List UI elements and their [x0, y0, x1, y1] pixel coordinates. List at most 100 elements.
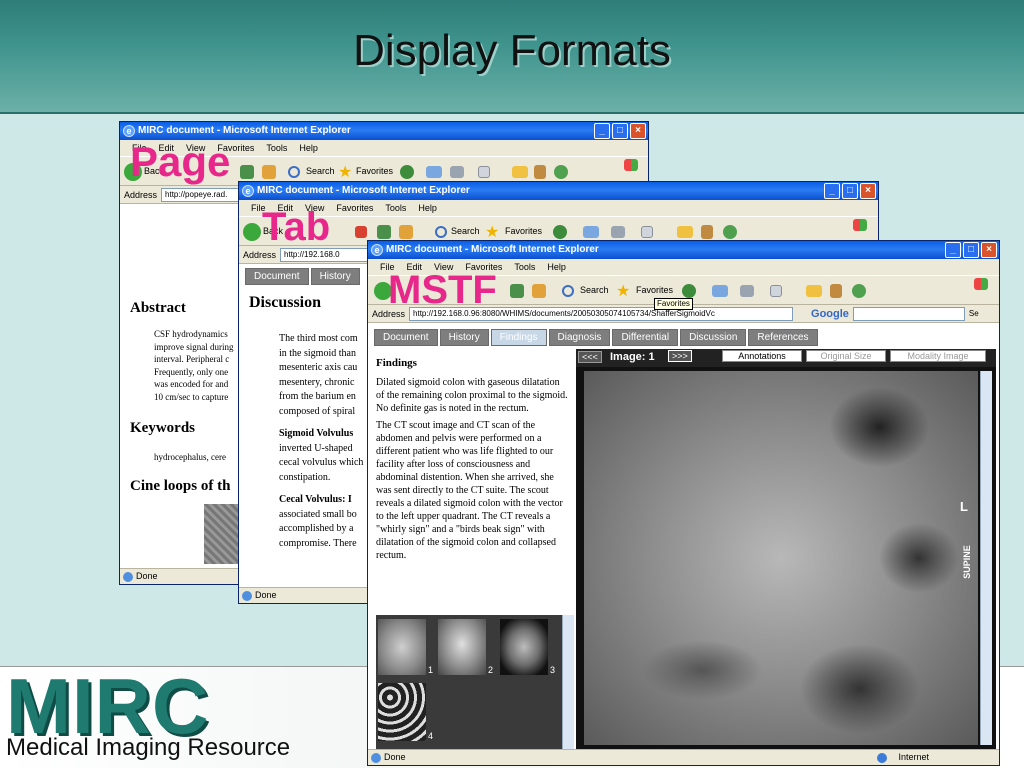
- menu-favorites[interactable]: Favorites: [336, 200, 373, 216]
- google-search-input[interactable]: [852, 306, 965, 321]
- messenger-icon[interactable]: [852, 284, 866, 298]
- text-line: mesentery, chronic: [279, 376, 355, 388]
- close-button[interactable]: ×: [860, 183, 876, 199]
- keywords-heading: Keywords: [130, 420, 195, 436]
- messenger-icon[interactable]: [723, 225, 737, 239]
- cine-loop-thumbnail[interactable]: [204, 504, 240, 564]
- mail-icon[interactable]: [712, 285, 728, 297]
- menu-tools[interactable]: Tools: [266, 140, 287, 156]
- favorites-label[interactable]: Favorites: [636, 285, 673, 295]
- stop-icon[interactable]: [355, 226, 367, 238]
- folder-icon[interactable]: [512, 166, 528, 178]
- back-icon[interactable]: [243, 223, 261, 241]
- window-titlebar[interactable]: e MIRC document - Microsoft Internet Exp…: [368, 241, 999, 259]
- favorites-tooltip: Favorites: [654, 298, 693, 310]
- search-label[interactable]: Search: [306, 166, 335, 176]
- refresh-icon[interactable]: [510, 284, 524, 298]
- window-titlebar[interactable]: e MIRC document - Microsoft Internet Exp…: [239, 182, 878, 200]
- close-button[interactable]: ×: [630, 123, 646, 139]
- messenger-icon[interactable]: [554, 165, 568, 179]
- tab-history[interactable]: History: [439, 329, 489, 346]
- thumbnail-panel: 1 2 3 4: [376, 615, 574, 749]
- history-icon[interactable]: [682, 284, 696, 298]
- tab-differential[interactable]: Differential: [612, 329, 679, 346]
- mail-icon[interactable]: [583, 226, 599, 238]
- edit-icon[interactable]: [641, 226, 653, 238]
- thumbnail[interactable]: [378, 619, 426, 675]
- thumbnail-scrollbar[interactable]: [562, 615, 574, 749]
- refresh-icon[interactable]: [240, 165, 254, 179]
- discussion-text: The third most com in the sigmoid than m…: [279, 332, 363, 551]
- edit-icon[interactable]: [770, 285, 782, 297]
- home-icon[interactable]: [399, 225, 413, 239]
- mail-icon[interactable]: [426, 166, 442, 178]
- tab-label: Tab: [262, 205, 331, 249]
- search-label[interactable]: Search: [451, 226, 480, 236]
- minimize-button[interactable]: _: [945, 242, 961, 258]
- history-icon[interactable]: [553, 225, 567, 239]
- research-icon[interactable]: [701, 225, 713, 239]
- tab-discussion[interactable]: Discussion: [680, 329, 747, 346]
- folder-icon[interactable]: [677, 226, 693, 238]
- prev-image-button[interactable]: <<<: [578, 351, 602, 363]
- annotations-button[interactable]: Annotations: [722, 350, 802, 362]
- research-icon[interactable]: [534, 165, 546, 179]
- close-button[interactable]: ×: [981, 242, 997, 258]
- text-line: compromise. There: [279, 537, 357, 549]
- tab-references[interactable]: References: [748, 329, 818, 346]
- sigmoid-heading: Sigmoid Volvulus: [279, 428, 354, 439]
- favorites-label[interactable]: Favorites: [356, 166, 393, 176]
- home-icon[interactable]: [532, 284, 546, 298]
- research-icon[interactable]: [830, 284, 842, 298]
- home-icon[interactable]: [262, 165, 276, 179]
- thumbnail[interactable]: [378, 683, 426, 741]
- menu-help[interactable]: Help: [299, 140, 318, 156]
- maximize-button[interactable]: □: [842, 183, 858, 199]
- folder-icon[interactable]: [806, 285, 822, 297]
- maximize-button[interactable]: □: [963, 242, 979, 258]
- findings-paragraph: Dilated sigmoid colon with gaseous dilat…: [376, 377, 568, 414]
- search-icon[interactable]: [288, 166, 300, 178]
- search-label[interactable]: Search: [580, 285, 609, 295]
- ie-window-mstf[interactable]: e MIRC document - Microsoft Internet Exp…: [367, 240, 1000, 766]
- print-icon[interactable]: [740, 285, 754, 297]
- search-icon[interactable]: [435, 226, 447, 238]
- menu-help[interactable]: Help: [418, 200, 437, 216]
- history-icon[interactable]: [400, 165, 414, 179]
- menu-tools[interactable]: Tools: [514, 259, 535, 275]
- tab-findings[interactable]: Findings: [490, 329, 547, 346]
- minimize-button[interactable]: _: [594, 123, 610, 139]
- favorites-star-icon[interactable]: ★: [616, 281, 634, 300]
- google-toolbar-logo[interactable]: Google: [811, 305, 849, 322]
- abstract-line: CSF hydrodynamics: [154, 329, 228, 339]
- window-title: MIRC document - Microsoft Internet Explo…: [386, 244, 599, 255]
- maximize-button[interactable]: □: [612, 123, 628, 139]
- menu-tools[interactable]: Tools: [385, 200, 406, 216]
- tab-document[interactable]: Document: [374, 329, 438, 346]
- tab-document[interactable]: Document: [245, 268, 309, 285]
- minimize-button[interactable]: _: [824, 183, 840, 199]
- findings-heading: Findings: [376, 357, 417, 369]
- google-search-button[interactable]: Se: [969, 305, 979, 322]
- text-line: associated small bo: [279, 508, 357, 520]
- thumbnail[interactable]: [500, 619, 548, 675]
- tab-diagnosis[interactable]: Diagnosis: [548, 329, 611, 346]
- search-icon[interactable]: [562, 285, 574, 297]
- refresh-icon[interactable]: [377, 225, 391, 239]
- image-scrollbar[interactable]: [980, 371, 992, 745]
- mstf-label: MSTF: [388, 268, 497, 312]
- xray-image[interactable]: L SUPINE: [584, 371, 978, 745]
- original-size-button[interactable]: Original Size: [806, 350, 886, 362]
- print-icon[interactable]: [450, 166, 464, 178]
- modality-image-button[interactable]: Modality Image: [890, 350, 986, 362]
- favorites-star-icon[interactable]: ★: [485, 222, 503, 241]
- mstf-content: Document History Findings Diagnosis Diff…: [368, 323, 999, 749]
- tab-history[interactable]: History: [310, 268, 360, 285]
- print-icon[interactable]: [611, 226, 625, 238]
- menu-help[interactable]: Help: [547, 259, 566, 275]
- favorites-star-icon[interactable]: ★: [338, 162, 356, 181]
- next-image-button[interactable]: >>>: [668, 350, 692, 362]
- edit-icon[interactable]: [478, 166, 490, 178]
- favorites-label[interactable]: Favorites: [505, 226, 542, 236]
- thumbnail[interactable]: [438, 619, 486, 675]
